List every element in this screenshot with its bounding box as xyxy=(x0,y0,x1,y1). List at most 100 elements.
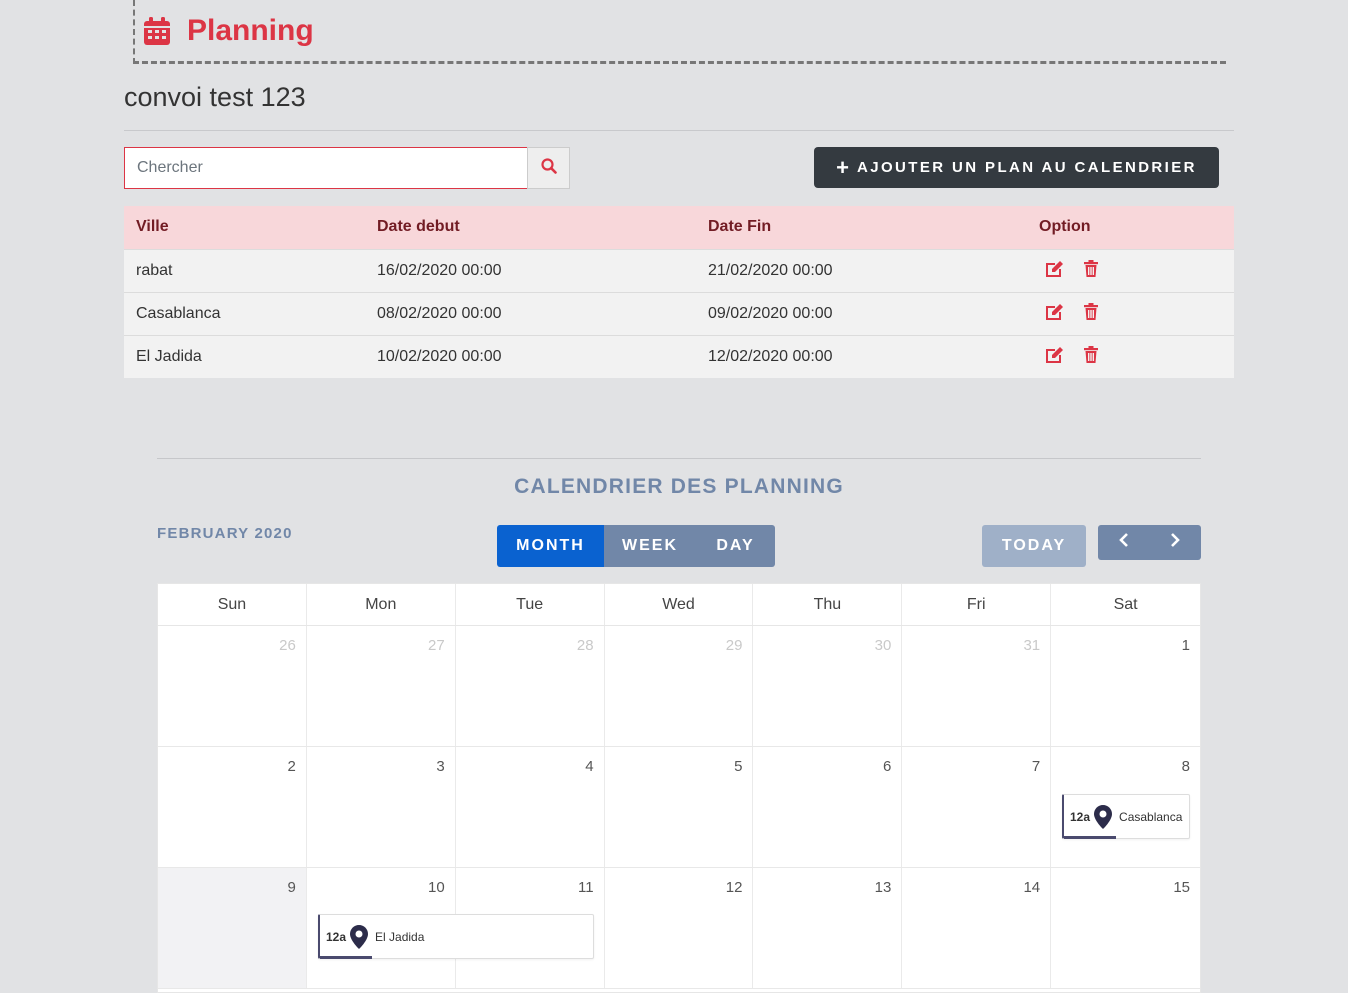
calendar-title: CALENDRIER DES PLANNING xyxy=(514,475,844,498)
cell-date-debut: 10/02/2020 00:00 xyxy=(365,334,696,378)
view-day-button[interactable]: DAY xyxy=(696,525,775,567)
cell-date-fin: 21/02/2020 00:00 xyxy=(696,248,1027,292)
calendar-week: 9 10 11 12 13 14 15 xyxy=(158,868,1200,989)
day-number: 11 xyxy=(578,879,594,896)
table-row: Casablanca 08/02/2020 00:00 09/02/2020 0… xyxy=(124,291,1234,335)
day-number: 7 xyxy=(1031,758,1041,775)
chevron-left-icon xyxy=(1118,533,1129,552)
calendar-day[interactable]: 12 xyxy=(605,868,754,988)
cell-ville: rabat xyxy=(124,248,365,292)
calendar-icon xyxy=(143,16,171,46)
trash-icon[interactable] xyxy=(1084,259,1098,282)
month-label: FEBRUARY 2020 xyxy=(157,525,293,542)
calendar-day[interactable]: 2 xyxy=(158,747,307,867)
col-header-date-fin: Date Fin xyxy=(696,206,1027,249)
weekday-label: Wed xyxy=(605,584,754,625)
search-icon xyxy=(540,157,557,179)
cell-option xyxy=(1027,334,1234,378)
cell-ville: El Jadida xyxy=(124,334,365,378)
event-title: El Jadida xyxy=(375,929,425,944)
weekday-label: Fri xyxy=(902,584,1052,625)
table-row: rabat 16/02/2020 00:00 21/02/2020 00:00 xyxy=(124,248,1234,292)
calendar-day[interactable]: 30 xyxy=(753,626,903,746)
month-calendar: Sun Mon Tue Wed Thu Fri Sat 26 27 28 29 … xyxy=(157,583,1201,993)
add-plan-button[interactable]: + AJOUTER UN PLAN AU CALENDRIER xyxy=(814,147,1219,188)
day-number: 3 xyxy=(436,758,445,775)
col-header-option: Option xyxy=(1027,206,1234,249)
view-week-button[interactable]: WEEK xyxy=(604,525,696,567)
calendar-event[interactable]: 12a El Jadida xyxy=(318,914,594,959)
today-button[interactable]: TODAY xyxy=(982,525,1086,567)
event-time: 12a xyxy=(326,929,347,944)
day-number: 10 xyxy=(428,879,445,896)
edit-icon[interactable] xyxy=(1045,260,1064,282)
calendar-week: 26 27 28 29 30 31 1 xyxy=(158,626,1200,747)
trash-icon[interactable] xyxy=(1084,302,1098,325)
add-plan-label: AJOUTER UN PLAN AU CALENDRIER xyxy=(856,159,1197,176)
divider xyxy=(124,130,1234,131)
search-input[interactable] xyxy=(124,147,528,189)
col-header-date-debut: Date debut xyxy=(365,206,696,249)
calendar-day[interactable]: 14 xyxy=(902,868,1052,988)
day-number: 8 xyxy=(1181,758,1191,775)
day-number: 6 xyxy=(882,758,892,775)
next-button[interactable] xyxy=(1150,525,1202,560)
calendar-day[interactable]: 4 xyxy=(456,747,605,867)
calendar-day[interactable]: 7 xyxy=(902,747,1052,867)
divider xyxy=(157,458,1201,459)
table-row: El Jadida 10/02/2020 00:00 12/02/2020 00… xyxy=(124,334,1234,378)
prev-button[interactable] xyxy=(1098,525,1150,560)
calendar-day[interactable]: 1 xyxy=(1051,626,1200,746)
calendar-nav xyxy=(1098,525,1201,560)
day-number: 2 xyxy=(287,758,296,775)
plus-icon: + xyxy=(836,154,849,180)
calendar-day[interactable]: 26 xyxy=(158,626,307,746)
calendar-day[interactable]: 15 xyxy=(1051,868,1200,988)
cell-date-debut: 08/02/2020 00:00 xyxy=(365,291,696,335)
cell-ville: Casablanca xyxy=(124,291,365,335)
day-number: 4 xyxy=(585,758,594,775)
map-pin-icon xyxy=(350,924,369,949)
edit-icon[interactable] xyxy=(1045,346,1064,368)
cell-date-debut: 16/02/2020 00:00 xyxy=(365,248,696,292)
convoy-name: convoi test 123 xyxy=(124,82,306,112)
calendar-day[interactable]: 3 xyxy=(307,747,456,867)
trash-icon[interactable] xyxy=(1084,345,1098,368)
cell-date-fin: 09/02/2020 00:00 xyxy=(696,291,1027,335)
calendar-day[interactable]: 28 xyxy=(456,626,605,746)
weekday-label: Mon xyxy=(307,584,456,625)
calendar-day[interactable]: 27 xyxy=(307,626,456,746)
calendar-week: 2 3 4 5 6 7 8 xyxy=(158,747,1200,868)
event-progress-bar xyxy=(320,956,372,959)
calendar-day[interactable]: 6 xyxy=(753,747,903,867)
cell-option xyxy=(1027,248,1234,292)
edit-icon[interactable] xyxy=(1045,303,1064,325)
view-month-button[interactable]: MONTH xyxy=(497,525,604,567)
chevron-right-icon xyxy=(1170,533,1181,552)
day-number: 1 xyxy=(1181,637,1191,654)
day-number: 29 xyxy=(725,637,743,654)
table-header-row: Ville Date debut Date Fin Option xyxy=(124,206,1234,249)
view-switcher: MONTH WEEK DAY xyxy=(497,525,775,567)
day-number: 12 xyxy=(725,879,743,896)
day-number: 9 xyxy=(287,879,296,896)
day-number: 27 xyxy=(428,637,445,654)
day-number: 30 xyxy=(874,637,892,654)
day-number: 28 xyxy=(576,637,594,654)
calendar-day[interactable]: 29 xyxy=(605,626,754,746)
cell-date-fin: 12/02/2020 00:00 xyxy=(696,334,1027,378)
event-title: Casablanca xyxy=(1119,809,1183,824)
calendar-day[interactable]: 13 xyxy=(753,868,903,988)
page-title: Planning xyxy=(187,14,314,47)
day-number: 31 xyxy=(1023,637,1041,654)
calendar-day[interactable]: 5 xyxy=(605,747,754,867)
weekday-label: Sun xyxy=(158,584,307,625)
search-button[interactable] xyxy=(527,147,570,189)
day-number: 14 xyxy=(1023,879,1041,896)
event-time: 12a xyxy=(1070,809,1091,824)
calendar-event[interactable]: 12a Casablanca xyxy=(1062,794,1190,839)
calendar-day[interactable]: 9 xyxy=(158,868,307,988)
planning-table: Ville Date debut Date Fin Option rabat 1… xyxy=(124,206,1234,378)
weekday-label: Thu xyxy=(753,584,903,625)
calendar-day[interactable]: 31 xyxy=(902,626,1052,746)
